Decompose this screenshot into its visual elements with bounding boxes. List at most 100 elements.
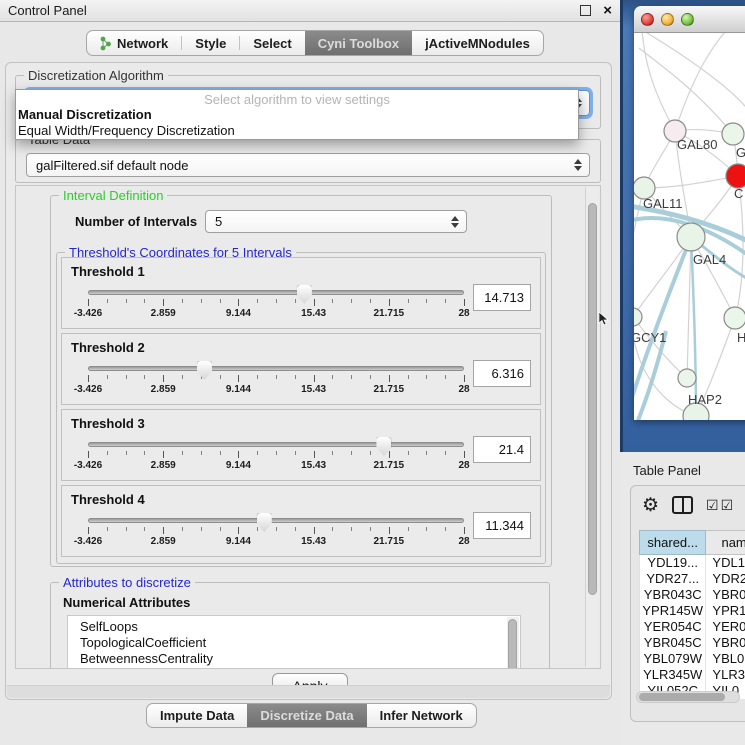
attribute-list-item[interactable]: SelfLoops <box>68 619 520 635</box>
tick-mark <box>163 299 164 306</box>
table-data-group: Table Data galFiltered.sif default node <box>15 139 601 183</box>
dropdown-item-manual-discretization[interactable]: Manual Discretization <box>16 107 578 123</box>
tab-label: jActiveMNodules <box>425 36 530 51</box>
split-columns-icon[interactable] <box>672 496 693 514</box>
threshold-slider[interactable]: -3.4262.8599.14415.4321.71528 <box>88 442 464 476</box>
tab-discretize-data[interactable]: Discretize Data <box>247 704 366 727</box>
tick-label: 9.144 <box>226 308 251 319</box>
tab-jactivemnodules[interactable]: jActiveMNodules <box>412 31 543 55</box>
top-tab-bar: Network StyleSelectCyni Toolbox jActiveMNo… <box>86 30 544 56</box>
table-panel-content: ⚙ ☑☑ shared...name YDL19...YDL1YDR27...Y… <box>630 485 745 722</box>
minimize-traffic-light-icon[interactable] <box>661 13 674 26</box>
tick-mark <box>295 527 296 531</box>
tick-mark <box>332 375 333 379</box>
tick-mark <box>144 375 145 379</box>
slider-track[interactable] <box>88 518 464 523</box>
threshold-value-field[interactable]: 21.4 <box>473 436 531 463</box>
table-row[interactable]: YPR145WYPR1 <box>640 603 745 619</box>
tick-label: 9.144 <box>226 460 251 471</box>
table-row[interactable]: YBR045CYBR0 <box>640 635 745 651</box>
network-graph <box>634 33 745 420</box>
zoom-traffic-light-icon[interactable] <box>681 13 694 26</box>
scrollbar-thumb[interactable] <box>639 693 725 701</box>
network-node[interactable] <box>724 307 745 329</box>
slider-ticks <box>88 299 464 307</box>
tick-label: 2.859 <box>151 460 176 471</box>
threshold-slider[interactable]: -3.4262.8599.14415.4321.71528 <box>88 366 464 400</box>
network-node[interactable] <box>634 308 642 326</box>
control-panel: Control Panel × NetworkStyleSelectCyni T… <box>0 0 620 745</box>
threshold-value-field[interactable]: 14.713 <box>473 284 531 311</box>
network-node[interactable] <box>722 123 744 145</box>
float-window-icon[interactable] <box>580 5 591 16</box>
tick-mark <box>257 527 258 531</box>
tick-mark <box>201 527 202 531</box>
gear-icon[interactable]: ⚙ <box>642 496 659 515</box>
network-node[interactable] <box>726 164 745 188</box>
tick-label: 2.859 <box>151 308 176 319</box>
tab-select[interactable]: Select <box>240 31 304 55</box>
table-panel-toolbar: ⚙ ☑☑ <box>631 492 745 518</box>
network-view-frame: GAL80GACGAL11GAL4GCY1HHAP2 <box>620 0 745 452</box>
number-of-intervals-combobox[interactable]: 5 <box>205 210 467 233</box>
table-row[interactable]: YDR27...YDR2 <box>640 571 745 587</box>
threshold-value-field[interactable]: 6.316 <box>473 360 531 387</box>
tab-style[interactable]: Style <box>182 31 239 55</box>
node-label: GAL4 <box>693 252 726 267</box>
combo-arrows-icon <box>451 216 459 228</box>
tick-mark <box>464 375 465 382</box>
scrollbar-thumb[interactable] <box>508 619 517 669</box>
table-cell: YDR2 <box>706 571 745 587</box>
tick-mark <box>107 375 108 379</box>
numerical-attributes-list[interactable]: SelfLoopsTopologicalCoefficientBetweenne… <box>67 615 521 669</box>
table-cell: YPR145W <box>640 603 706 619</box>
table-row[interactable]: YBR043CYBR0 <box>640 587 745 603</box>
network-node[interactable] <box>677 223 705 251</box>
close-icon[interactable]: × <box>603 3 612 18</box>
slider-track[interactable] <box>88 290 464 295</box>
table-column-header[interactable]: shared... <box>640 531 706 555</box>
tab-label: Network <box>117 36 168 51</box>
threshold-slider[interactable]: -3.4262.8599.14415.4321.71528 <box>88 290 464 324</box>
attribute-list-item[interactable]: BetweennessCentrality <box>68 651 520 667</box>
dropdown-item-equal-width-frequency[interactable]: Equal Width/Frequency Discretization <box>16 123 578 139</box>
tick-mark <box>257 375 258 379</box>
network-node[interactable] <box>678 369 696 387</box>
table-column-header[interactable]: name <box>706 531 745 555</box>
table-row[interactable]: YLR345WYLR3 <box>640 667 745 683</box>
threshold-slider[interactable]: -3.4262.8599.14415.4321.71528 <box>88 518 464 552</box>
tab-network[interactable]: Network <box>87 31 181 55</box>
tick-mark <box>276 375 277 379</box>
network-canvas[interactable]: GAL80GACGAL11GAL4GCY1HHAP2 <box>634 33 745 420</box>
attributes-list-scrollbar[interactable] <box>507 617 519 669</box>
table-row[interactable]: YBL079WYBL0 <box>640 651 745 667</box>
slider-tick-labels: -3.4262.8599.14415.4321.71528 <box>88 460 464 472</box>
tab-cyni-toolbox[interactable]: Cyni Toolbox <box>305 31 412 55</box>
close-traffic-light-icon[interactable] <box>641 13 654 26</box>
panel-vertical-scrollbar[interactable] <box>585 187 599 667</box>
attribute-list-item[interactable]: TopologicalCoefficient <box>68 635 520 651</box>
tick-mark <box>464 527 465 534</box>
threshold-label: Threshold 3 <box>71 416 145 431</box>
slider-track[interactable] <box>88 366 464 371</box>
table-row[interactable]: YER054CYER0 <box>640 619 745 635</box>
slider-track[interactable] <box>88 442 464 447</box>
tab-infer-network[interactable]: Infer Network <box>367 704 476 727</box>
tick-mark <box>107 451 108 455</box>
table-cell: YDR27... <box>640 571 706 587</box>
interval-definition-label: Interval Definition <box>59 188 167 203</box>
panel-bottom-strip <box>7 685 610 698</box>
dropdown-prompt-item[interactable]: Select algorithm to view settings <box>16 90 578 107</box>
tab-impute-data[interactable]: Impute Data <box>147 704 247 727</box>
table-data-value: galFiltered.sif default node <box>36 158 188 173</box>
threshold-value-field[interactable]: 11.344 <box>473 512 531 539</box>
table-data-combobox[interactable]: galFiltered.sif default node <box>26 153 590 177</box>
table-row[interactable]: YDL19...YDL1 <box>640 555 745 571</box>
tick-mark <box>126 527 127 531</box>
number-of-intervals-label: Number of Intervals <box>75 214 197 229</box>
select-columns-checkboxes-icon[interactable]: ☑☑ <box>706 497 735 514</box>
scrollbar-thumb[interactable] <box>588 203 597 595</box>
tick-mark <box>314 527 315 534</box>
slider-tick-labels: -3.4262.8599.14415.4321.71528 <box>88 384 464 396</box>
table-horizontal-scrollbar[interactable] <box>636 691 740 703</box>
